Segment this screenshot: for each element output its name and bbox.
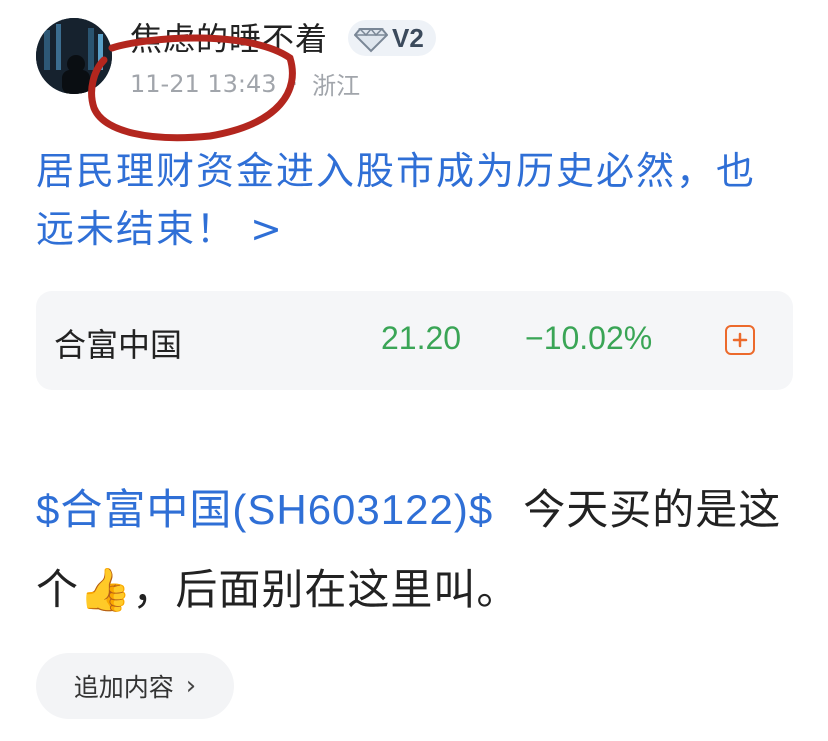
meta-separator: ·	[290, 69, 299, 98]
avatar[interactable]	[36, 18, 112, 94]
post-timestamp: 11-21 13:43	[130, 69, 277, 98]
append-content-label: 追加内容	[73, 673, 174, 702]
username[interactable]: 焦虑的睡不着	[130, 14, 328, 60]
diamond-icon	[354, 27, 388, 53]
stock-tag-link[interactable]: $合富中国(SH603122)$	[36, 486, 493, 533]
thumbs-up-emoji: 👍	[79, 565, 133, 614]
chevron-right-icon: ›	[185, 671, 197, 701]
avatar-image	[36, 18, 112, 94]
stock-price: 21.20	[381, 320, 462, 356]
post-meta: 11-21 13:43 · 浙江	[130, 66, 360, 101]
badge-label: V2	[392, 22, 424, 53]
stock-card[interactable]: 合富中国 21.20 −10.02%	[36, 291, 793, 390]
headline-text: 居民理财资金进入股市成为历史必然，也远未结束！	[36, 149, 757, 251]
headline-link[interactable]: 居民理财资金进入股市成为历史必然，也远未结束！ >	[36, 142, 776, 258]
append-content-button[interactable]: 追加内容 ›	[36, 653, 234, 719]
vip-badge[interactable]: V2	[348, 20, 436, 56]
stock-change: −10.02%	[525, 320, 653, 356]
post-text-end: ，后面别在这里叫。	[132, 565, 520, 614]
stock-name: 合富中国	[54, 326, 183, 364]
add-watchlist-button[interactable]	[725, 325, 755, 355]
headline-arrow: >	[250, 207, 284, 251]
plus-icon	[732, 332, 748, 348]
post-body: $合富中国(SH603122)$ 今天买的是这个👍，后面别在这里叫。	[36, 470, 806, 630]
post-location: 浙江	[312, 72, 361, 100]
